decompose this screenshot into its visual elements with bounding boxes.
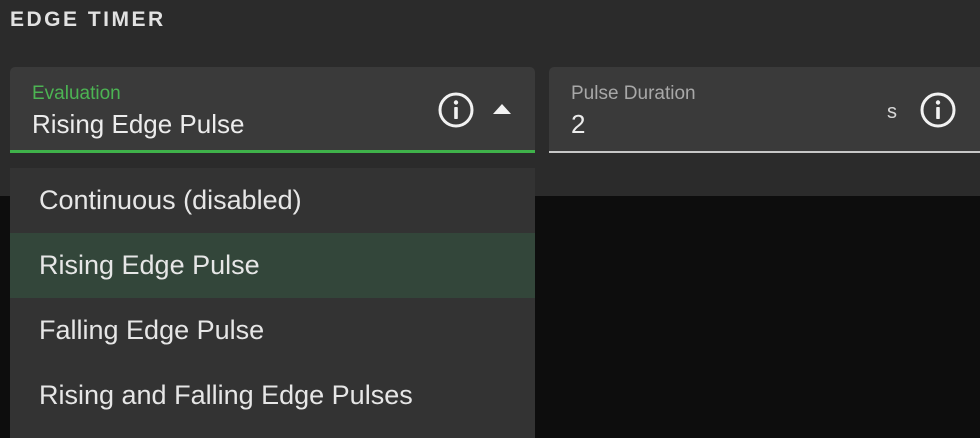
pulse-duration-value[interactable]: 2 [571,109,585,140]
evaluation-select[interactable]: Evaluation Rising Edge Pulse [10,67,535,153]
section-title: EDGE TIMER [10,8,166,31]
evaluation-label: Evaluation [32,83,121,104]
pulse-duration-unit: s [887,101,897,123]
evaluation-dropdown-menu: Continuous (disabled) Rising Edge Pulse … [10,168,535,438]
dropdown-option-rising-falling-edge[interactable]: Rising and Falling Edge Pulses [10,363,535,428]
evaluation-value: Rising Edge Pulse [32,109,245,139]
edge-timer-panel: EDGE TIMER Evaluation Rising Edge Pulse … [0,0,980,196]
caret-up-icon[interactable] [492,103,512,115]
dropdown-option-continuous[interactable]: Continuous (disabled) [10,168,535,233]
pulse-duration-label: Pulse Duration [571,83,696,104]
dropdown-option-rising-edge[interactable]: Rising Edge Pulse [10,233,535,298]
pulse-duration-field[interactable]: Pulse Duration 2 s [549,67,980,153]
info-icon[interactable] [438,92,474,128]
info-icon[interactable] [920,92,956,128]
dropdown-option-falling-edge[interactable]: Falling Edge Pulse [10,298,535,363]
